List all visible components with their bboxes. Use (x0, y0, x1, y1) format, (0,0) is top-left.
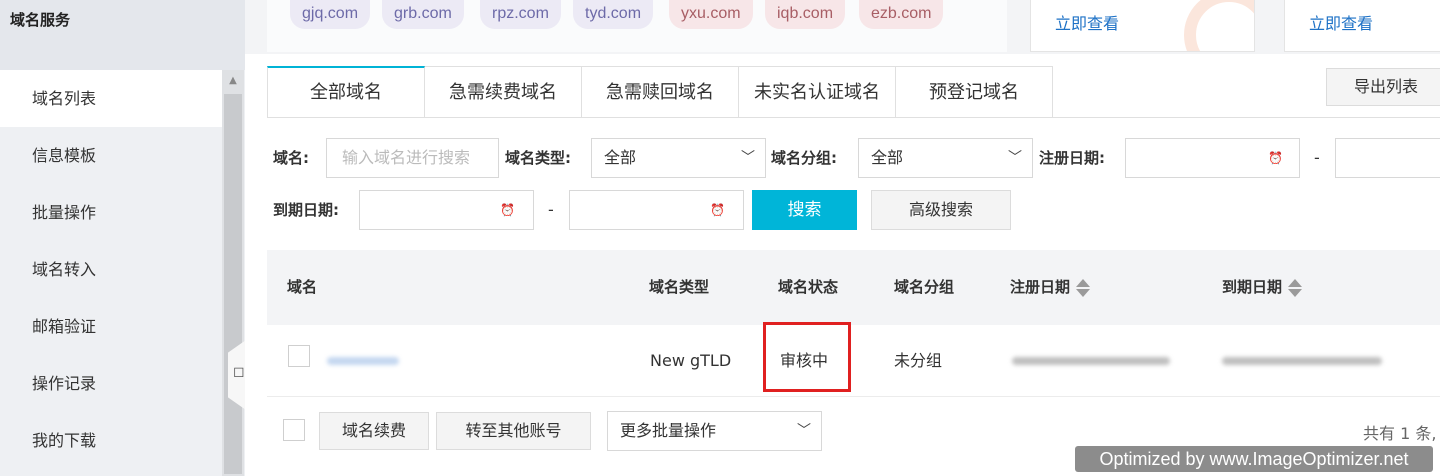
sidebar-item-my-downloads[interactable]: 我的下载 (0, 412, 222, 469)
exp-date-end-input[interactable]: ⏰ (569, 190, 744, 230)
alarm-clock-icon: ⏰ (710, 203, 725, 217)
tld-pill[interactable]: rpz.com (480, 0, 561, 29)
row-checkbox[interactable] (288, 345, 310, 367)
sort-icon[interactable] (1288, 278, 1303, 297)
tab-unverified[interactable]: 未实名认证域名 (739, 66, 896, 118)
export-list-button[interactable]: 导出列表 (1326, 68, 1440, 106)
col-header-status: 域名状态 (778, 278, 839, 296)
sidebar-scrollbar[interactable]: ▲ (222, 70, 244, 476)
search-button[interactable]: 搜索 (752, 190, 857, 230)
promo-decoration (1184, 0, 1254, 51)
type-select-value: 全部 (604, 148, 637, 167)
redacted-reg-date (1012, 357, 1170, 365)
sidebar-item-domain-list[interactable]: 域名列表 (0, 70, 222, 127)
group-select-value: 全部 (871, 148, 904, 167)
alarm-clock-icon: ⏰ (500, 203, 515, 217)
tab-all-domains[interactable]: 全部域名 (267, 66, 425, 118)
table-row: New gTLD 审核中 未分组 (267, 325, 1440, 397)
alarm-clock-icon: ⏰ (1268, 151, 1283, 165)
sidebar-item-info-template[interactable]: 信息模板 (0, 127, 222, 184)
table-header: 域名 域名类型 域名状态 域名分组 注册日期 到期日期 (267, 250, 1440, 325)
batch-operations-select[interactable]: 更多批量操作 ﹀ (607, 411, 822, 451)
exp-date-label: 到期日期: (273, 201, 339, 219)
select-all-checkbox[interactable] (283, 419, 305, 441)
sidebar-item-domain-transfer-in[interactable]: 域名转入 (0, 241, 222, 298)
col-header-reg-date-label: 注册日期 (1010, 278, 1071, 296)
domain-search-input[interactable]: 输入域名进行搜索 (326, 138, 499, 178)
redacted-exp-date (1222, 357, 1382, 365)
tabs-divider (267, 117, 1440, 118)
tld-pill[interactable]: gjq.com (290, 0, 371, 29)
sidebar-header: 域名服务 (0, 0, 245, 70)
chevron-down-icon: ﹀ (741, 150, 755, 166)
scroll-thumb[interactable] (224, 94, 242, 474)
group-select[interactable]: 全部 ﹀ (858, 138, 1033, 178)
scroll-up-arrow-icon[interactable]: ▲ (222, 70, 244, 92)
tld-suggestions: gjq.com grb.com rpz.com tyd.com yxu.com … (267, 0, 1007, 52)
tld-pill[interactable]: iqb.com (765, 0, 846, 29)
reg-date-start-input[interactable]: ⏰ (1125, 138, 1300, 178)
tab-renew-urgent[interactable]: 急需续费域名 (425, 66, 582, 118)
col-header-exp-date-label: 到期日期 (1222, 278, 1283, 296)
advanced-search-button[interactable]: 高级搜索 (871, 190, 1011, 230)
status-highlight-box (763, 322, 851, 392)
batch-operations-value: 更多批量操作 (620, 421, 717, 440)
col-header-reg-date[interactable]: 注册日期 (1010, 250, 1091, 325)
promo-view-link[interactable]: 立即查看 (1055, 10, 1119, 34)
sort-icon[interactable] (1076, 278, 1091, 297)
main-content: gjq.com grb.com rpz.com tyd.com yxu.com … (245, 0, 1440, 476)
col-header-type: 域名类型 (649, 278, 710, 296)
sidebar-item-batch-ops[interactable]: 批量操作 (0, 184, 222, 241)
type-select[interactable]: 全部 ﹀ (591, 138, 766, 178)
collapse-icon: ◻ (233, 364, 245, 380)
total-count: 共有 1 条, (1363, 424, 1437, 443)
tld-pill[interactable]: tyd.com (573, 0, 654, 29)
row-domain-group: 未分组 (894, 351, 943, 370)
sidebar-title: 域名服务 (10, 11, 71, 29)
reg-date-label: 注册日期: (1039, 149, 1105, 167)
chevron-down-icon: ﹀ (797, 423, 811, 439)
exp-date-start-input[interactable]: ⏰ (359, 190, 534, 230)
col-header-exp-date[interactable]: 到期日期 (1222, 250, 1303, 325)
tld-pill[interactable]: yxu.com (669, 0, 753, 29)
row-domain-type: New gTLD (650, 351, 732, 370)
tab-redeem-urgent[interactable]: 急需赎回域名 (582, 66, 739, 118)
tld-pill[interactable]: ezb.com (859, 0, 944, 29)
watermark: Optimized by www.ImageOptimizer.net (1075, 446, 1433, 472)
sidebar-item-operation-log[interactable]: 操作记录 (0, 355, 222, 412)
transfer-account-button[interactable]: 转至其他账号 (436, 412, 591, 450)
renew-domain-button[interactable]: 域名续费 (319, 412, 429, 450)
tld-pill[interactable]: grb.com (382, 0, 464, 29)
promo-card: 立即查看 (1284, 0, 1440, 52)
sidebar-item-email-verify[interactable]: 邮箱验证 (0, 298, 222, 355)
tab-pre-registration[interactable]: 预登记域名 (896, 66, 1053, 118)
type-filter-label: 域名类型: (505, 149, 571, 167)
sidebar-menu: 域名列表 信息模板 批量操作 域名转入 邮箱验证 操作记录 我的下载 (0, 70, 222, 469)
sidebar: 域名服务 域名列表 信息模板 批量操作 域名转入 邮箱验证 操作记录 我的下载 … (0, 0, 246, 476)
reg-date-end-input[interactable] (1335, 138, 1440, 178)
col-header-group: 域名分组 (894, 278, 955, 296)
group-filter-label: 域名分组: (771, 149, 837, 167)
date-range-dash: - (548, 200, 554, 219)
domain-filter-label: 域名: (273, 149, 309, 167)
redacted-domain-name[interactable] (327, 357, 399, 365)
chevron-down-icon: ﹀ (1008, 150, 1022, 166)
col-header-domain: 域名 (287, 278, 318, 296)
promo-view-link[interactable]: 立即查看 (1309, 10, 1373, 34)
promo-card: 立即查看 (1030, 0, 1255, 52)
date-range-dash: - (1314, 148, 1320, 167)
